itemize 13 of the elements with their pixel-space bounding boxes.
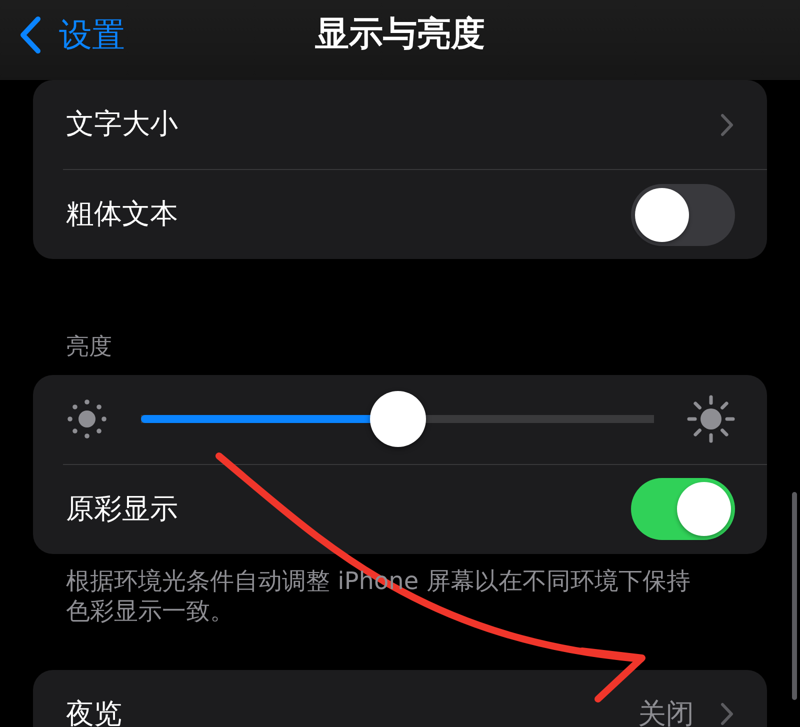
setting-label[interactable]: 夜览: [66, 698, 122, 727]
setting-label[interactable]: 文字大小: [66, 108, 178, 141]
back-button[interactable]: 设置: [18, 16, 125, 54]
bright-sun-icon: [687, 395, 735, 444]
setting-value: 关闭: [638, 698, 694, 727]
dim-sun-icon: [66, 398, 108, 440]
chevron-right-icon: [720, 112, 734, 136]
chevron-right-icon: [720, 702, 734, 726]
setting-label: 原彩显示: [66, 493, 178, 526]
setting-label: 粗体文本: [66, 198, 178, 231]
page-title: 显示与亮度: [315, 15, 485, 55]
chevron-left-icon: [18, 16, 42, 54]
section-header: 亮度: [66, 334, 112, 362]
